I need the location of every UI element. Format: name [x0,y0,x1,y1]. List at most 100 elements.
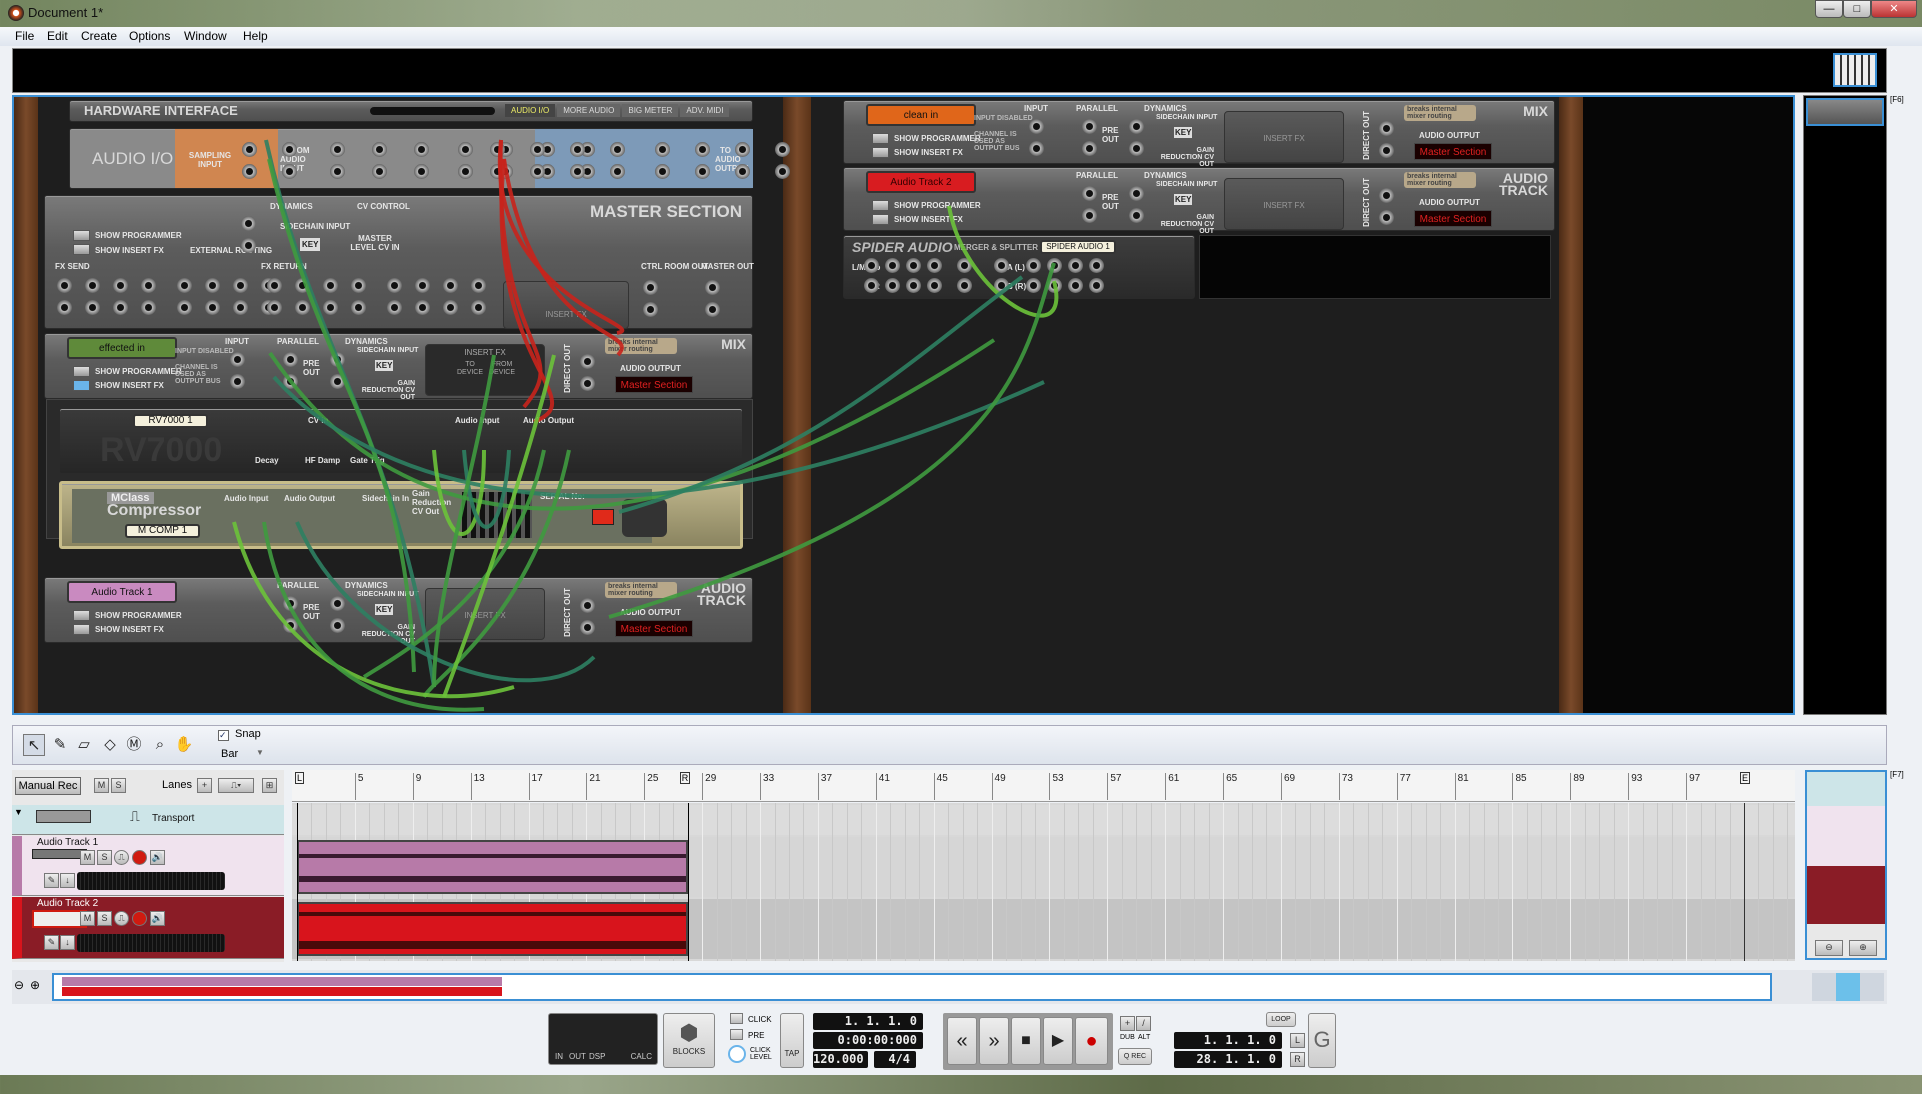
track-audio-2[interactable]: Audio Track 2 M S ⎍ 🔊 ✎ ↓ [12,897,284,959]
record-enable-button[interactable] [132,911,147,926]
automation-record-icon[interactable]: ⎍ [114,911,129,926]
hand-tool-icon[interactable]: ✋ [173,734,195,756]
patch-cable-green[interactable] [268,338,996,511]
zoom-out-icon[interactable]: ⊖ [14,978,24,992]
pencil-icon[interactable]: ✎ [44,873,59,888]
collapse-icon[interactable]: ▼ [14,807,23,817]
minimize-button[interactable]: — [1815,0,1843,18]
input-icon[interactable]: ↓ [60,873,75,888]
manual-rec-button[interactable]: Manual Rec [15,777,81,795]
patch-cable-green[interactable] [267,158,416,673]
song-overview-scrollbar[interactable]: ⊖ ⊕ [12,970,1887,1004]
select-tool-icon[interactable]: ↖ [23,734,45,756]
song-position-display[interactable]: 1. 1. 1. 0 [813,1013,923,1030]
automation-icon[interactable]: ⎍ [130,808,140,825]
grid-line [716,803,718,961]
grid-line [760,803,762,961]
arrangement-lanes[interactable] [292,803,1795,961]
waveform-zoom-buttons[interactable] [1812,973,1884,1001]
patch-cable-teal[interactable] [272,375,1045,499]
tempo-display[interactable]: 120.000 [813,1051,868,1068]
right-locator-display[interactable]: 28. 1. 1. 0 [1174,1051,1282,1068]
pre-checkbox[interactable] [730,1029,743,1040]
solo-all-button[interactable]: S [111,778,126,793]
menu-help[interactable]: Help [243,29,268,43]
maximize-button[interactable]: □ [1843,0,1871,18]
mute-tool-icon[interactable]: Ⓜ [123,734,145,756]
dub-button[interactable]: + [1120,1016,1135,1031]
waveform-zoom-icon[interactable] [1836,973,1860,1001]
patch-cable-lime[interactable] [442,354,556,698]
menu-window[interactable]: Window [184,29,227,43]
add-lane-button[interactable]: + [197,778,212,793]
rack-navigator[interactable] [1803,95,1887,715]
input-icon[interactable]: ↓ [60,935,75,950]
monitor-icon[interactable]: 🔊 [150,850,165,865]
stop-button[interactable]: ■ [1011,1017,1041,1065]
scrollbar-thumb[interactable] [52,973,1772,1001]
navigator-viewport[interactable] [1806,98,1884,126]
patch-cable-teal[interactable] [295,521,596,683]
goto-right-locator-button[interactable]: R [1290,1052,1305,1067]
record-enable-button[interactable] [132,850,147,865]
audio-clip-track-1[interactable] [297,840,688,894]
left-locator-display[interactable]: 1. 1. 1. 0 [1174,1032,1282,1049]
keyboard-icon[interactable] [1833,53,1877,87]
alt-button[interactable]: / [1136,1016,1151,1031]
track-name[interactable]: Audio Track 1 [37,837,98,848]
snap-value-select[interactable]: Bar [221,748,238,760]
pencil-icon[interactable]: ✎ [44,935,59,950]
monitor-icon[interactable]: 🔊 [150,911,165,926]
mute-all-button[interactable]: M [94,778,109,793]
snap-checkbox[interactable]: ✓ [218,730,229,741]
reason-logo-icon[interactable]: G [1308,1013,1336,1068]
zoom-in-icon[interactable]: ⊕ [1849,940,1877,956]
close-button[interactable]: ✕ [1871,0,1917,18]
play-button[interactable]: ▶ [1043,1017,1073,1065]
right-locator-marker[interactable]: R [679,772,691,784]
automation-lane-button[interactable]: ⎍▾ [218,778,254,793]
menu-file[interactable]: File [15,29,34,43]
click-level-knob[interactable] [728,1045,746,1063]
track-settings-button[interactable]: ⊞ [262,778,277,793]
audio-clip-track-2[interactable] [297,902,688,956]
loop-button[interactable]: LOOP [1266,1012,1296,1027]
patch-cable-teal[interactable] [618,275,1024,514]
track-name[interactable]: Audio Track 2 [37,898,98,909]
track-mute-button[interactable]: M [80,850,95,865]
fast-forward-button[interactable]: » [979,1017,1009,1065]
automation-record-icon[interactable]: ⎍ [114,850,129,865]
track-solo-button[interactable]: S [97,911,112,926]
rewind-button[interactable]: « [947,1017,977,1065]
quantize-record-button[interactable]: Q REC [1118,1048,1152,1065]
zoom-in-icon[interactable]: ⊕ [30,978,40,992]
menu-edit[interactable]: Edit [47,29,68,43]
patch-cable-red[interactable] [499,158,554,424]
blocks-button[interactable]: ⬢ BLOCKS [663,1013,715,1068]
zoom-out-icon[interactable]: ⊖ [1815,940,1843,956]
track-audio-1[interactable]: Audio Track 1 M S ⎍ 🔊 ✎ ↓ [12,836,284,896]
menu-create[interactable]: Create [81,29,117,43]
track-solo-button[interactable]: S [97,850,112,865]
click-checkbox[interactable] [730,1013,743,1024]
chevron-down-icon[interactable]: ▼ [256,748,264,757]
patch-cable-green[interactable] [608,262,1056,619]
goto-left-locator-button[interactable]: L [1290,1033,1305,1048]
time-signature-display[interactable]: 4/4 [874,1051,916,1068]
track-mute-button[interactable]: M [80,911,95,926]
razor-tool-icon[interactable]: ◇ [99,734,121,756]
magnify-tool-icon[interactable]: ⌕ [149,734,171,756]
time-display[interactable]: 0:00:00:000 [813,1032,923,1049]
timeline-ruler[interactable]: 5 9 13 17 21 25 29 33 37 41 45 49 53 57 61 65 69 73 77 81 85… [292,770,1795,802]
pencil-tool-icon[interactable]: ✎ [49,734,71,756]
patch-cable-lime[interactable] [947,205,1059,318]
track-overview-navigator[interactable]: ⊖ ⊕ [1805,770,1887,960]
end-marker[interactable]: E [1740,772,1751,784]
track-transport[interactable]: ▼ ⎍ Transport [12,805,284,835]
record-button[interactable]: ● [1075,1017,1108,1065]
dsp-meter: IN OUT DSP CALC [548,1013,658,1065]
eraser-tool-icon[interactable]: ▱ [73,734,95,756]
left-locator-marker[interactable]: L [295,772,305,784]
tap-button[interactable]: TAP [780,1013,804,1068]
menu-options[interactable]: Options [129,29,170,43]
